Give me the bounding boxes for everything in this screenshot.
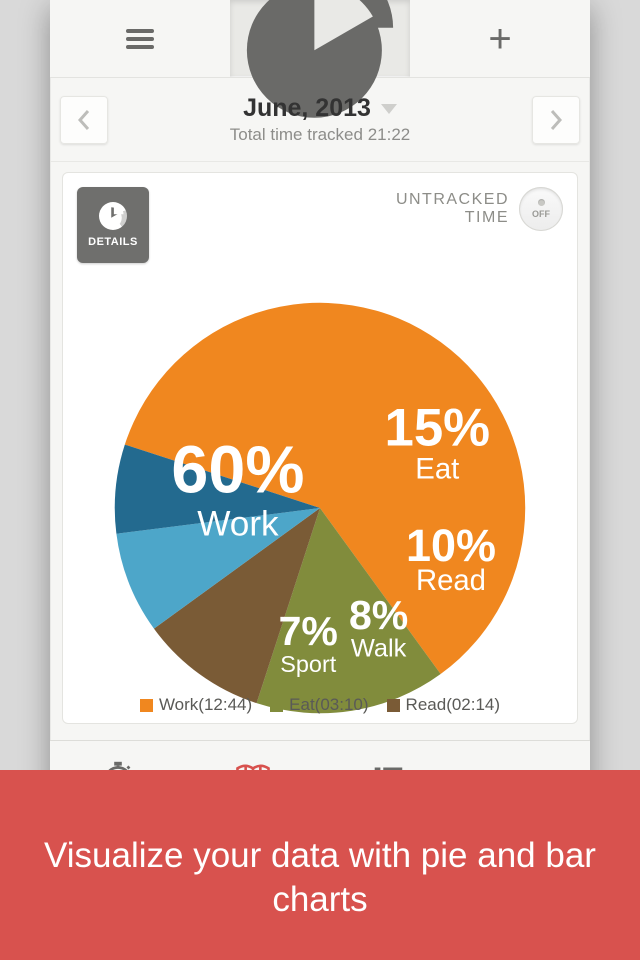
- chevron-left-icon: [76, 109, 92, 131]
- slice-sport-name: Sport: [280, 651, 337, 677]
- legend-label: Eat(03:10): [289, 695, 368, 715]
- plus-icon: +: [488, 19, 511, 59]
- period-dropdown[interactable]: June, 2013 Total time tracked 21:22: [108, 94, 532, 145]
- slice-read-name: Read: [416, 564, 486, 597]
- app-screen: + June, 2013 Total time tracked 21:22: [50, 0, 590, 812]
- slice-sport-pct: 7%: [279, 608, 338, 654]
- untracked-toggle[interactable]: OFF: [519, 187, 563, 231]
- nav-charts-button[interactable]: [230, 0, 410, 77]
- promo-banner: Visualize your data with pie and bar cha…: [0, 770, 640, 960]
- legend-item-eat: Eat(03:10): [270, 695, 368, 715]
- promo-text: Visualize your data with pie and bar cha…: [30, 834, 610, 922]
- slice-eat-pct: 15%: [384, 398, 490, 457]
- untracked-label: UNTRACKED TIME: [396, 191, 509, 226]
- legend-swatch: [140, 699, 153, 712]
- legend-item-read: Read(02:14): [387, 695, 501, 715]
- legend-label: Work(12:44): [159, 695, 252, 715]
- untracked-toggle-group: UNTRACKED TIME OFF: [396, 187, 563, 231]
- toggle-state: OFF: [532, 209, 550, 219]
- slice-work-name: Work: [197, 504, 279, 543]
- chevron-right-icon: [548, 109, 564, 131]
- legend-swatch: [270, 699, 283, 712]
- nav-menu-button[interactable]: [50, 0, 230, 77]
- legend-label: Read(02:14): [406, 695, 501, 715]
- details-button[interactable]: DETAILS: [77, 187, 149, 263]
- slice-work-pct: 60%: [171, 433, 304, 507]
- chart-card: DETAILS UNTRACKED TIME OFF 6: [62, 172, 578, 724]
- pie-chart: 60% Work 15% Eat 10% Read 8% Walk: [105, 293, 535, 723]
- menu-icon: [126, 29, 154, 49]
- prev-period-button[interactable]: [60, 96, 108, 144]
- details-label: DETAILS: [88, 236, 138, 248]
- legend-item-work: Work(12:44): [140, 695, 252, 715]
- pie-chart-icon: [99, 202, 127, 230]
- next-period-button[interactable]: [532, 96, 580, 144]
- slice-walk-name: Walk: [351, 635, 407, 663]
- legend-swatch: [387, 699, 400, 712]
- nav-add-button[interactable]: +: [410, 0, 590, 77]
- chevron-down-icon: [381, 104, 397, 114]
- top-nav: +: [50, 0, 590, 78]
- chart-legend: Work(12:44) Eat(03:10) Read(02:14): [63, 695, 577, 715]
- period-subtotal: Total time tracked 21:22: [108, 125, 532, 145]
- slice-eat-name: Eat: [415, 453, 459, 486]
- slice-walk-pct: 8%: [349, 592, 408, 638]
- toggle-indicator-icon: [538, 199, 545, 206]
- period-title: June, 2013: [243, 94, 371, 123]
